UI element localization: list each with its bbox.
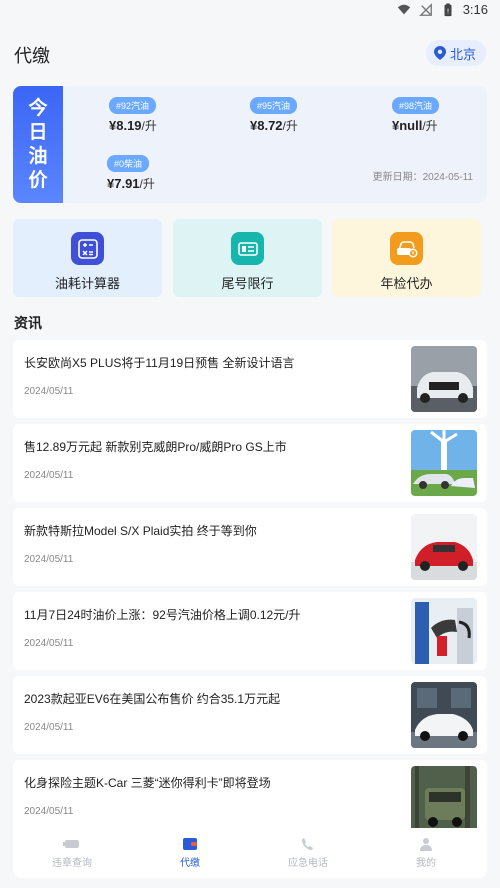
price-92: #92汽油 ¥8.19/升 bbox=[109, 97, 157, 134]
price-unit: /升 bbox=[141, 119, 157, 133]
price-unit: /升 bbox=[422, 119, 438, 133]
news-title: 售12.89万元起 新款别克威朗Pro/威朗Pro GS上市 bbox=[24, 440, 287, 454]
tool-label: 尾号限行 bbox=[221, 276, 274, 291]
news-date: 2024/05/11 bbox=[24, 638, 74, 649]
phone-icon bbox=[302, 838, 313, 850]
oil-price-side-banner: 今 日 油 价 bbox=[13, 86, 63, 203]
fuel-calculator-button[interactable]: 油耗计算器 bbox=[13, 219, 162, 297]
car-inspection-icon: ¥ bbox=[390, 232, 423, 265]
news-item[interactable]: 11月7日24时油价上涨：92号汽油价格上调0.12元/升 2024/05/11 bbox=[13, 592, 487, 670]
svg-text:¥: ¥ bbox=[411, 251, 414, 257]
news-title: 长安欧尚X5 PLUS将于11月19日预售 全新设计语言 bbox=[24, 356, 295, 370]
news-thumbnail bbox=[411, 682, 477, 748]
news-date: 2024/05/11 bbox=[24, 722, 74, 733]
price-value: ¥8.72 bbox=[250, 118, 283, 133]
wifi-icon bbox=[397, 4, 410, 14]
price-value: ¥7.91 bbox=[107, 176, 140, 191]
user-icon bbox=[420, 838, 432, 851]
news-item[interactable]: 化身探险主题K-Car 三菱“迷你得利卡”即将登场 2024/05/11 bbox=[13, 760, 487, 838]
news-thumbnail bbox=[411, 514, 477, 580]
tools-row: 油耗计算器 尾号限行 ¥ 年检代办 bbox=[13, 219, 487, 297]
tab-label: 我的 bbox=[416, 858, 436, 869]
price-value: ¥8.19 bbox=[109, 118, 142, 133]
oil-price-card: 今 日 油 价 #92汽油 ¥8.19/升 #95汽油 ¥8.72/升 #98汽… bbox=[13, 86, 487, 203]
price-tag: #98汽油 bbox=[392, 97, 440, 114]
tab-label: 应急电话 bbox=[288, 858, 328, 869]
news-item[interactable]: 售12.89万元起 新款别克威朗Pro/威朗Pro GS上市 2024/05/1… bbox=[13, 424, 487, 502]
oil-side-char: 日 bbox=[28, 121, 48, 143]
page-title: 代缴 bbox=[14, 46, 50, 66]
tool-label: 年检代办 bbox=[380, 276, 433, 291]
location-label: 北京 bbox=[449, 46, 476, 62]
news-date: 2024/05/11 bbox=[24, 806, 74, 817]
news-title: 化身探险主题K-Car 三菱“迷你得利卡”即将登场 bbox=[24, 776, 271, 790]
news-title: 新款特斯拉Model S/X Plaid实拍 终于等到你 bbox=[24, 524, 257, 538]
price-unit: /升 bbox=[139, 177, 155, 191]
bottom-tab-bar: 违章查询 代缴 应急电话 我的 bbox=[13, 828, 487, 878]
news-thumbnail bbox=[411, 430, 477, 496]
news-thumbnail bbox=[411, 598, 477, 664]
plate-restriction-button[interactable]: 尾号限行 bbox=[173, 219, 322, 297]
price-tag: #0柴油 bbox=[107, 155, 150, 172]
tool-label: 油耗计算器 bbox=[54, 276, 120, 291]
update-date: 更新日期：2024-05-11 bbox=[372, 172, 473, 183]
tab-profile[interactable]: 我的 bbox=[367, 828, 485, 878]
news-date: 2024/05/11 bbox=[24, 386, 74, 397]
news-section-title: 资讯 bbox=[14, 315, 42, 331]
status-time: 3:16 bbox=[462, 2, 488, 17]
status-bar: ! 3:16 bbox=[0, 0, 500, 22]
no-signal-icon bbox=[418, 2, 432, 16]
annual-inspection-button[interactable]: ¥ 年检代办 bbox=[332, 219, 481, 297]
location-selector[interactable]: 北京 bbox=[425, 40, 486, 66]
price-95: #95汽油 ¥8.72/升 bbox=[250, 97, 298, 134]
svg-text:!: ! bbox=[446, 7, 449, 15]
price-tag: #95汽油 bbox=[250, 97, 298, 114]
tab-violation-query[interactable]: 违章查询 bbox=[13, 828, 131, 878]
news-date: 2024/05/11 bbox=[24, 554, 74, 565]
tab-label: 代缴 bbox=[180, 858, 200, 869]
price-value: ¥null bbox=[392, 118, 423, 133]
price-diesel-0: #0柴油 ¥7.91/升 bbox=[107, 155, 155, 192]
oil-side-char: 价 bbox=[28, 169, 48, 191]
header: 代缴 北京 bbox=[0, 38, 500, 68]
price-98: #98汽油 ¥null/升 bbox=[392, 97, 440, 134]
news-item[interactable]: 2023款起亚EV6在美国公布售价 约合35.1万元起 2024/05/11 bbox=[13, 676, 487, 754]
news-title: 2023款起亚EV6在美国公布售价 约合35.1万元起 bbox=[24, 692, 281, 706]
oil-side-char: 今 bbox=[28, 97, 48, 119]
tab-payment[interactable]: 代缴 bbox=[131, 828, 249, 878]
wallet-icon bbox=[183, 838, 197, 850]
news-item[interactable]: 新款特斯拉Model S/X Plaid实拍 终于等到你 2024/05/11 bbox=[13, 508, 487, 586]
news-thumbnail bbox=[411, 346, 477, 412]
oil-side-char: 油 bbox=[28, 145, 48, 167]
news-item[interactable]: 长安欧尚X5 PLUS将于11月19日预售 全新设计语言 2024/05/11 bbox=[13, 340, 487, 418]
camera-icon bbox=[63, 840, 79, 848]
tab-label: 违章查询 bbox=[52, 858, 92, 869]
price-tag: #92汽油 bbox=[109, 97, 157, 114]
news-date: 2024/05/11 bbox=[24, 470, 74, 481]
calculator-icon bbox=[71, 232, 104, 265]
license-plate-icon bbox=[231, 232, 264, 265]
news-title: 11月7日24时油价上涨：92号汽油价格上调0.12元/升 bbox=[24, 608, 301, 622]
battery-icon: ! bbox=[444, 2, 452, 16]
news-thumbnail bbox=[411, 766, 477, 832]
price-unit: /升 bbox=[282, 119, 298, 133]
tab-emergency-call[interactable]: 应急电话 bbox=[249, 828, 367, 878]
location-pin-icon bbox=[433, 46, 446, 60]
